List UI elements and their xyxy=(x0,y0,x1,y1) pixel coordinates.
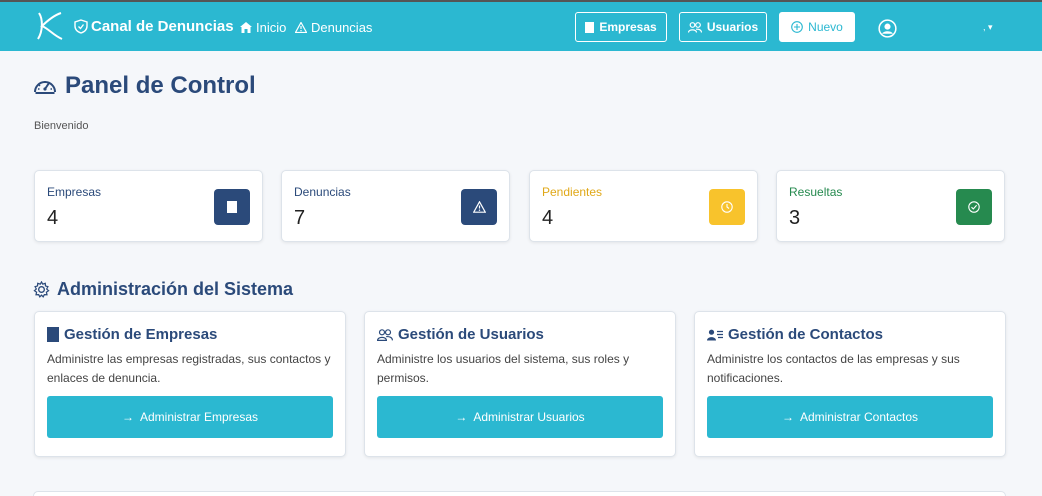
users-icon xyxy=(687,21,702,33)
clock-icon xyxy=(709,189,745,225)
building-icon xyxy=(585,21,595,33)
stat-card-pendientes: Pendientes 4 xyxy=(529,170,758,242)
stat-label: Resueltas xyxy=(789,185,843,199)
admin-button-label: Administrar Empresas xyxy=(139,410,259,424)
building-icon xyxy=(47,327,59,342)
usuarios-button[interactable]: Usuarios xyxy=(679,12,767,42)
nav-link-denuncias[interactable]: Denuncias xyxy=(295,20,372,35)
admin-card-title: Gestión de Empresas xyxy=(47,326,217,343)
admin-card-description: Administre las empresas registradas, sus… xyxy=(47,352,331,385)
stat-value: 4 xyxy=(542,207,554,229)
administrar-usuarios-button[interactable]: → Administrar Usuarios xyxy=(377,396,663,438)
empresas-button-label: Empresas xyxy=(599,20,657,34)
bottom-card xyxy=(33,491,1006,496)
users-icon xyxy=(377,328,393,341)
shield-icon xyxy=(74,19,88,34)
stat-card-resueltas: Resueltas 3 xyxy=(776,170,1005,242)
stat-value: 7 xyxy=(294,207,306,229)
admin-card-title: Gestión de Usuarios xyxy=(377,326,544,343)
brand-label: Canal de Denuncias xyxy=(91,18,234,35)
nav-link-label: Inicio xyxy=(256,20,287,35)
admin-card-title-text: Gestión de Empresas xyxy=(64,326,218,343)
arrow-right-icon: → xyxy=(781,410,794,424)
gear-icon xyxy=(33,281,50,298)
page-title: Panel de Control xyxy=(33,72,256,100)
welcome-text: Bienvenido xyxy=(34,120,89,132)
admin-card-usuarios: Gestión de Usuarios Administre los usuar… xyxy=(364,311,676,457)
speedometer-icon xyxy=(34,81,56,94)
administrar-contactos-button[interactable]: → Administrar Contactos xyxy=(707,396,993,438)
top-navbar: Canal de Denuncias Inicio Denuncias Empr… xyxy=(0,0,1042,51)
nuevo-button-label: Nuevo xyxy=(808,20,843,34)
section-title: Administración del Sistema xyxy=(33,279,293,300)
stat-label: Empresas xyxy=(47,185,102,199)
nav-link-inicio[interactable]: Inicio xyxy=(240,20,286,35)
brand-title[interactable]: Canal de Denuncias xyxy=(74,18,234,35)
brand-logo[interactable] xyxy=(33,9,67,43)
admin-card-description: Administre los contactos de las empresas… xyxy=(707,352,960,385)
warning-icon xyxy=(295,22,307,33)
user-avatar-icon[interactable] xyxy=(878,19,897,38)
admin-button-label: Administrar Contactos xyxy=(799,410,919,424)
arrow-right-icon: → xyxy=(455,410,468,424)
stat-label: Denuncias xyxy=(294,185,351,199)
admin-card-title: Gestión de Contactos xyxy=(707,326,883,343)
usuarios-button-label: Usuarios xyxy=(706,20,759,34)
empresas-button[interactable]: Empresas xyxy=(575,12,667,42)
check-circle-icon xyxy=(956,189,992,225)
arrow-right-icon: → xyxy=(121,410,134,424)
user-menu-label: , xyxy=(983,22,986,32)
stat-label: Pendientes xyxy=(542,185,603,199)
nuevo-button[interactable]: Nuevo xyxy=(779,12,855,42)
page-title-text: Panel de Control xyxy=(65,72,256,99)
stat-card-empresas: Empresas 4 xyxy=(34,170,263,242)
warning-icon xyxy=(461,189,497,225)
contacts-icon xyxy=(707,329,723,340)
admin-card-empresas: Gestión de Empresas Administre las empre… xyxy=(34,311,346,457)
section-title-text: Administración del Sistema xyxy=(57,279,294,299)
user-menu-dropdown[interactable]: , ▾ xyxy=(983,22,993,33)
admin-button-label: Administrar Usuarios xyxy=(473,410,585,424)
home-icon xyxy=(240,22,252,33)
administrar-empresas-button[interactable]: → Administrar Empresas xyxy=(47,396,333,438)
stat-value: 4 xyxy=(47,207,59,229)
nav-link-label: Denuncias xyxy=(311,20,373,35)
stat-value: 3 xyxy=(789,207,801,229)
admin-card-contactos: Gestión de Contactos Administre los cont… xyxy=(694,311,1006,457)
admin-card-title-text: Gestión de Usuarios xyxy=(398,326,544,343)
building-icon xyxy=(214,189,250,225)
admin-card-description: Administre los usuarios del sistema, sus… xyxy=(377,352,630,385)
admin-card-title-text: Gestión de Contactos xyxy=(728,326,884,343)
plus-circle-icon xyxy=(791,21,804,33)
stat-card-denuncias: Denuncias 7 xyxy=(281,170,510,242)
